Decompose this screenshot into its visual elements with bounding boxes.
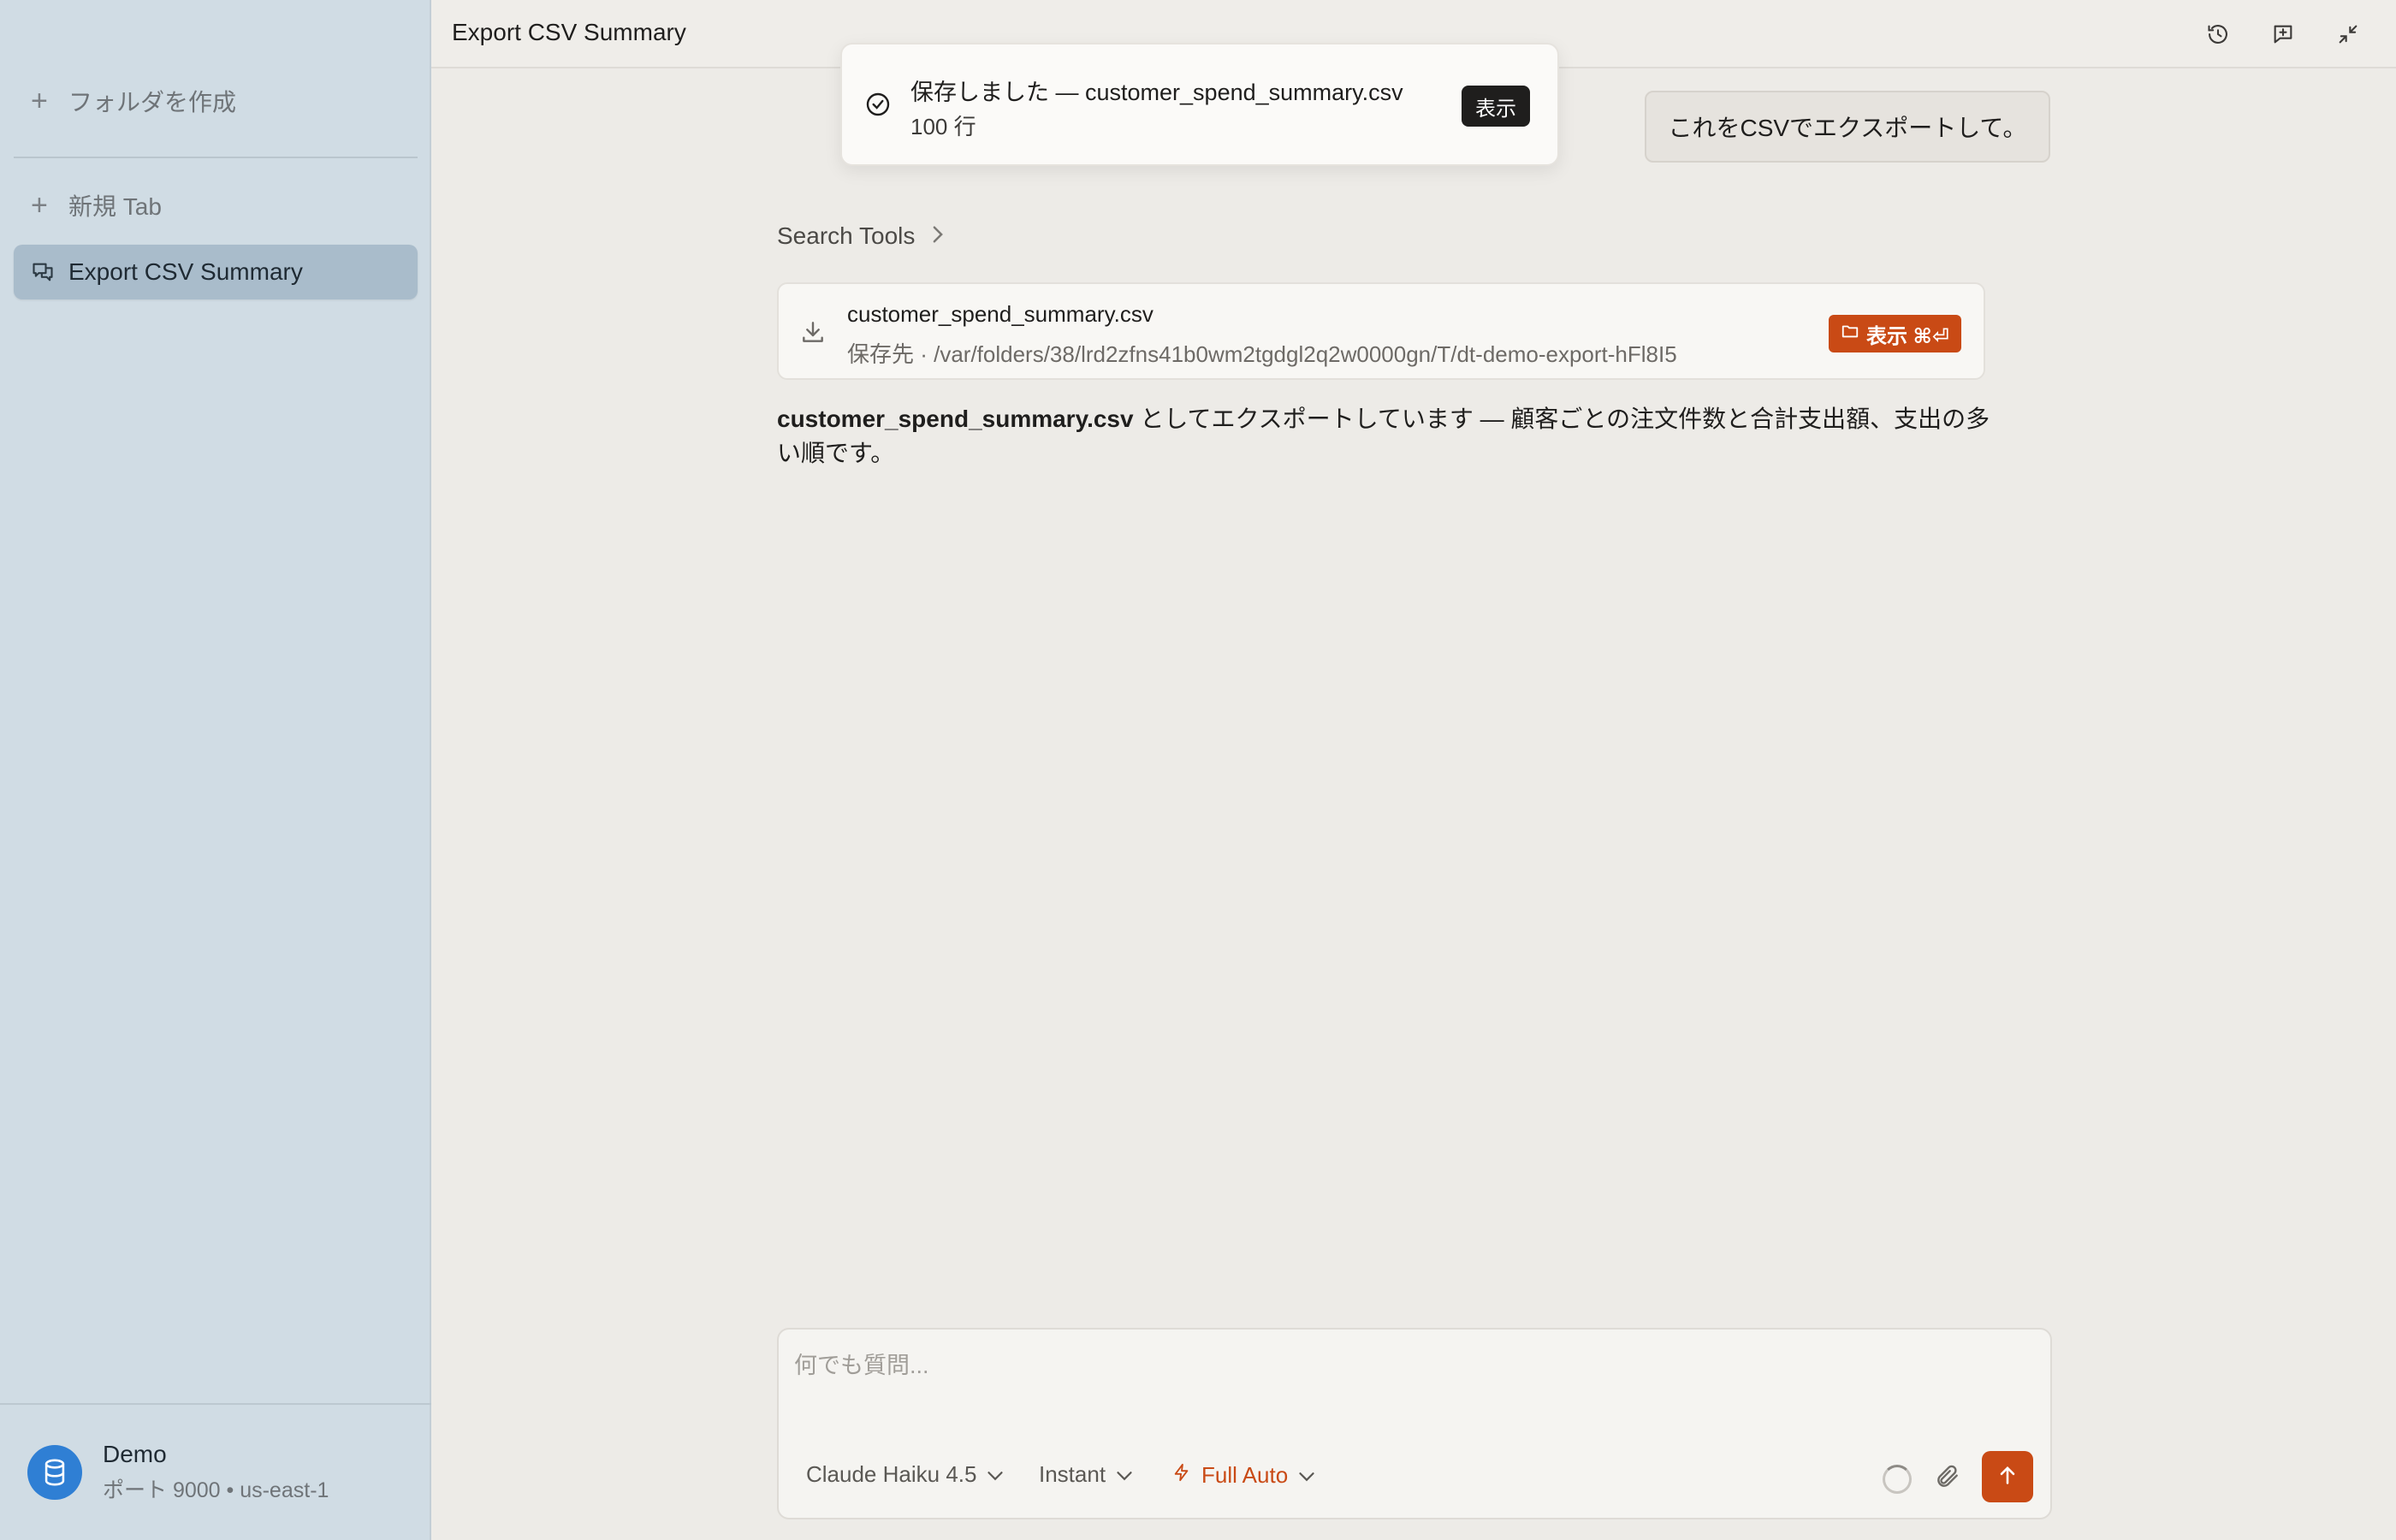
plus-icon: + [31,188,48,222]
file-name: customer_spend_summary.csv [847,301,1154,327]
search-tools-label: Search Tools [777,222,916,249]
loading-spinner-icon [1883,1465,1912,1494]
connection-footer[interactable]: Demo ポート 9000 • us-east-1 [0,1403,431,1540]
send-button[interactable] [1982,1451,2033,1502]
create-folder-button[interactable]: + フォルダを作成 [14,74,418,128]
main-panel: Export CSV Summary これをCSVでエクスポートして。 Sear… [431,0,2396,1540]
chevron-right-icon [930,222,946,250]
database-icon [27,1445,82,1500]
export-file-card: customer_spend_summary.csv 保存先 · /var/fo… [777,282,1985,380]
check-circle-icon [864,91,892,122]
create-folder-label: フォルダを作成 [68,89,237,116]
chevron-down-icon [1116,1461,1133,1488]
new-tab-label: 新規 Tab [68,193,162,220]
toast-show-button[interactable]: 表示 [1462,86,1530,127]
download-icon [799,318,827,350]
answer-filename: customer_spend_summary.csv [777,406,1134,432]
new-chat-icon[interactable] [2266,17,2300,51]
composer: 何でも質問... Claude Haiku 4.5 Instant Full A… [777,1328,2052,1519]
sidebar: + フォルダを作成 + 新規 Tab Export CSV Summary De… [0,0,431,1540]
sidebar-item-export-csv-summary[interactable]: Export CSV Summary [14,245,418,299]
connection-name: Demo [103,1441,167,1467]
prompt-input[interactable]: 何でも質問... [794,1347,929,1380]
model-label: Claude Haiku 4.5 [806,1461,977,1487]
arrow-up-icon [1996,1463,2019,1491]
chevron-down-icon [987,1461,1004,1488]
toast-message: 保存しました — customer_spend_summary.csv [910,80,1403,105]
sidebar-item-label: Export CSV Summary [68,258,303,285]
show-file-label: 表示 ⌘⏎ [1865,324,1949,348]
plus-icon: + [31,84,48,117]
search-tools-toggle[interactable]: Search Tools [777,222,946,250]
file-path: 保存先 · /var/folders/38/lrd2zfns41b0wm2tgd… [847,341,1677,367]
history-icon[interactable] [2201,17,2235,51]
lightning-icon [1172,1461,1191,1490]
attach-icon[interactable] [1934,1463,1961,1495]
collapse-icon[interactable] [2331,17,2365,51]
speed-label: Instant [1039,1461,1106,1487]
mode-selector[interactable]: Full Auto [1172,1461,1315,1490]
connection-meta: ポート 9000 • us-east-1 [103,1478,329,1502]
new-tab-button[interactable]: + 新規 Tab [14,178,418,233]
folder-icon [1841,322,1859,346]
mode-label: Full Auto [1201,1462,1289,1488]
sidebar-divider [14,157,418,158]
page-title: Export CSV Summary [452,19,686,45]
model-selector[interactable]: Claude Haiku 4.5 [806,1461,1004,1488]
saved-toast: 保存しました — customer_spend_summary.csv 100 … [840,43,1559,166]
speed-selector[interactable]: Instant [1039,1461,1133,1488]
assistant-message: customer_spend_summary.csv としてエクスポートしていま… [777,402,1992,471]
chat-icon [31,260,68,284]
user-message: これをCSVでエクスポートして。 [1645,91,2050,163]
chevron-down-icon [1298,1462,1315,1489]
show-file-button[interactable]: 表示 ⌘⏎ [1828,315,1961,352]
toast-rows: 100 行 [910,114,976,139]
